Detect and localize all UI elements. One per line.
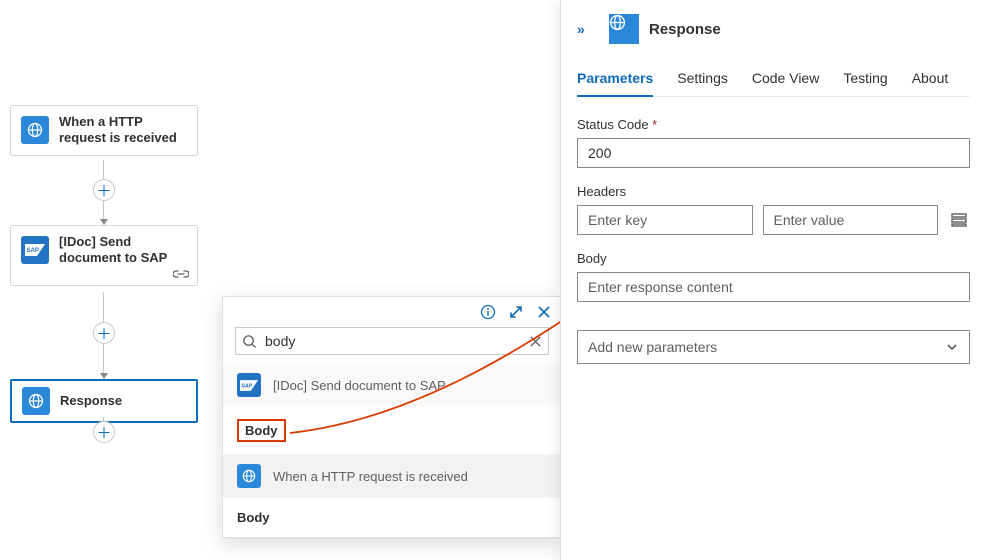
headers-label: Headers bbox=[577, 184, 970, 199]
expand-icon[interactable] bbox=[507, 303, 525, 321]
clear-search-icon[interactable] bbox=[529, 335, 542, 348]
node-response-title: Response bbox=[60, 393, 122, 409]
token-search[interactable] bbox=[235, 327, 549, 355]
node-http-trigger[interactable]: When a HTTP request is received bbox=[10, 105, 198, 156]
tab-settings[interactable]: Settings bbox=[677, 64, 728, 96]
headers-mode-toggle[interactable] bbox=[948, 209, 970, 231]
add-new-parameters-label: Add new parameters bbox=[588, 339, 717, 355]
add-action-button[interactable]: ＋ bbox=[93, 322, 115, 344]
tab-about[interactable]: About bbox=[912, 64, 949, 96]
info-icon[interactable] bbox=[479, 303, 497, 321]
panel-tabs: Parameters Settings Code View Testing Ab… bbox=[577, 64, 970, 97]
tab-testing[interactable]: Testing bbox=[843, 64, 887, 96]
sap-icon: SAP bbox=[237, 373, 261, 397]
panel-title: Response bbox=[649, 21, 721, 38]
svg-text:SAP: SAP bbox=[27, 248, 39, 254]
body-label: Body bbox=[577, 251, 970, 266]
request-icon bbox=[21, 116, 49, 144]
collapse-panel-button[interactable]: » bbox=[577, 21, 599, 37]
status-code-input[interactable] bbox=[577, 138, 970, 168]
tab-parameters[interactable]: Parameters bbox=[577, 64, 653, 96]
status-code-label: Status Code * bbox=[577, 117, 970, 132]
add-action-button[interactable]: ＋ bbox=[93, 179, 115, 201]
node-http-trigger-title: When a HTTP request is received bbox=[59, 114, 187, 147]
svg-text:SAP: SAP bbox=[241, 383, 252, 389]
close-icon[interactable] bbox=[535, 303, 553, 321]
dynamic-content-popup: SAP [IDoc] Send document to SAP Body Whe… bbox=[222, 296, 562, 538]
header-value-input[interactable] bbox=[763, 205, 939, 235]
token-body-highlight: Body bbox=[237, 419, 286, 442]
request-icon bbox=[237, 464, 261, 488]
token-search-input[interactable] bbox=[263, 332, 523, 350]
body-input[interactable] bbox=[577, 272, 970, 302]
response-icon bbox=[609, 14, 639, 44]
search-icon bbox=[242, 334, 257, 349]
token-body-sap[interactable]: Body bbox=[223, 407, 561, 454]
add-action-button[interactable]: ＋ bbox=[93, 421, 115, 443]
token-group-trigger-label: When a HTTP request is received bbox=[273, 469, 468, 484]
token-group-sap-label: [IDoc] Send document to SAP bbox=[273, 378, 446, 393]
node-sap[interactable]: SAP [IDoc] Send document to SAP bbox=[10, 225, 198, 286]
node-response[interactable]: Response bbox=[10, 379, 198, 423]
token-body-trigger[interactable]: Body bbox=[223, 498, 561, 537]
add-new-parameters[interactable]: Add new parameters bbox=[577, 330, 970, 364]
token-group-trigger[interactable]: When a HTTP request is received bbox=[223, 454, 561, 498]
chevron-down-icon bbox=[945, 340, 959, 354]
response-icon bbox=[22, 387, 50, 415]
details-panel: » Response Parameters Settings Code View… bbox=[560, 0, 990, 560]
node-sap-title: [IDoc] Send document to SAP bbox=[59, 234, 187, 267]
connection-icon bbox=[173, 268, 191, 282]
tab-code-view[interactable]: Code View bbox=[752, 64, 819, 96]
token-group-sap[interactable]: SAP [IDoc] Send document to SAP bbox=[223, 363, 561, 407]
header-key-input[interactable] bbox=[577, 205, 753, 235]
sap-icon: SAP bbox=[21, 236, 49, 264]
